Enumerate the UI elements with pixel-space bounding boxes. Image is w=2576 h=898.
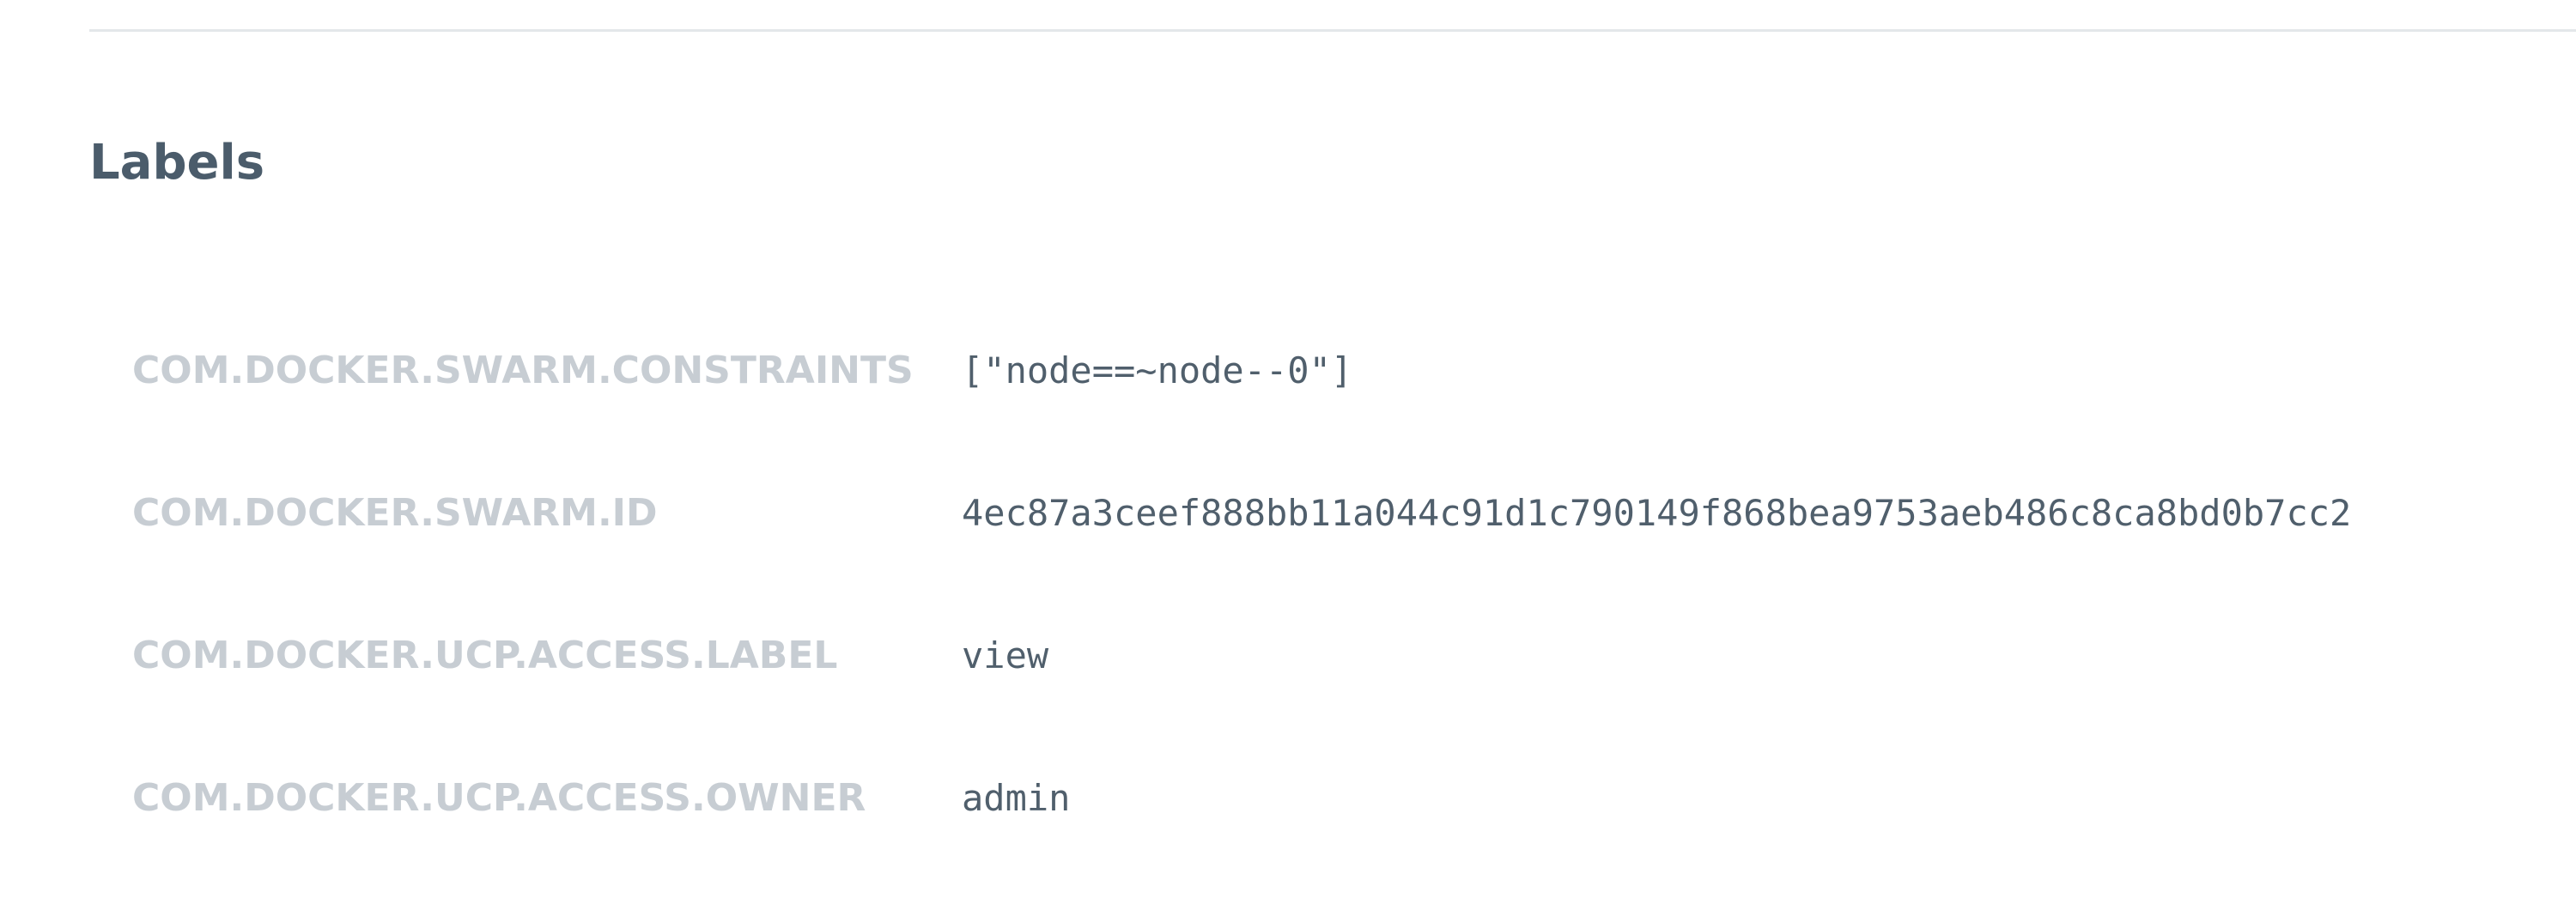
label-key: COM.DOCKER.SWARM.ID	[132, 491, 658, 535]
labels-table: COM.DOCKER.SWARM.CONSTRAINTS ["node==~no…	[132, 328, 2576, 898]
label-key: COM.DOCKER.UCP.ACCESS.OWNER	[132, 776, 866, 820]
label-key: COM.DOCKER.UCP.ACCESS.LABEL	[132, 634, 838, 677]
label-value: ["node==~node--0"]	[962, 349, 1353, 391]
label-value: view	[962, 634, 1049, 677]
label-key: COM.DOCKER.SWARM.CONSTRAINTS	[132, 349, 914, 392]
label-row: COM.DOCKER.UCP.ACCESS.OWNER admin	[132, 755, 2576, 898]
label-row: COM.DOCKER.SWARM.CONSTRAINTS ["node==~no…	[132, 328, 2576, 470]
section-title: Labels	[89, 135, 265, 191]
section-divider	[89, 29, 2576, 32]
label-row: COM.DOCKER.SWARM.ID 4ec87a3ceef888bb11a0…	[132, 470, 2576, 613]
label-row: COM.DOCKER.UCP.ACCESS.LABEL view	[132, 613, 2576, 755]
label-value: 4ec87a3ceef888bb11a044c91d1c790149f868be…	[962, 492, 2352, 534]
label-value: admin	[962, 777, 1071, 819]
